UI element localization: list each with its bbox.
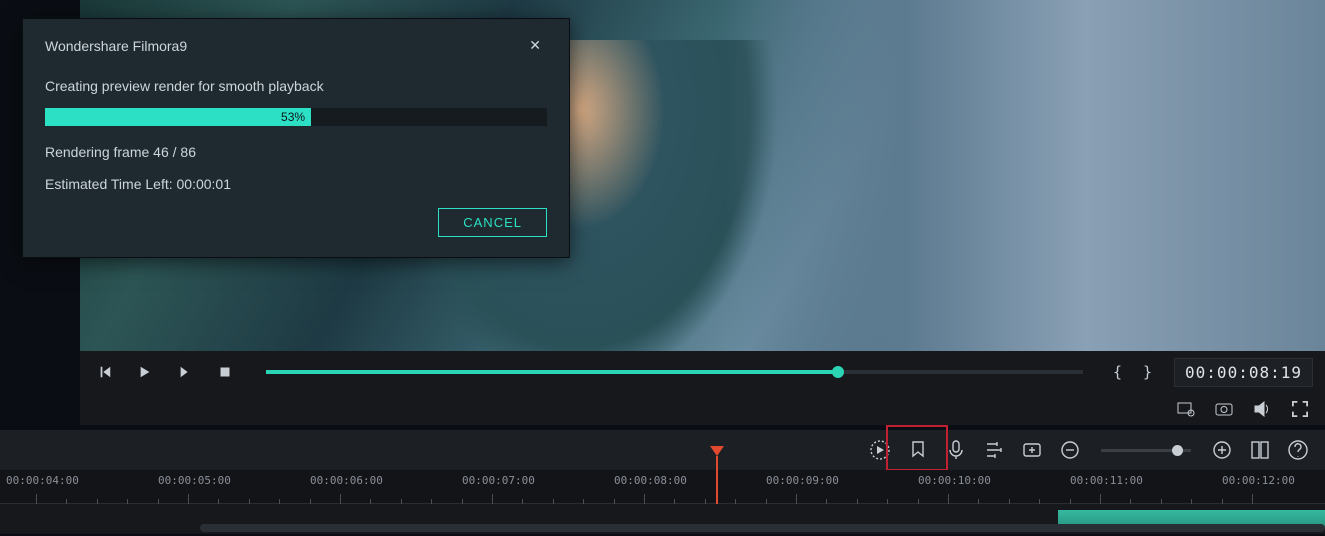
ruler-label: 00:00:11:00 [1070, 474, 1143, 487]
render-preview-button[interactable] [869, 439, 891, 461]
zoom-in-icon[interactable] [1211, 439, 1233, 461]
mark-in-out[interactable]: { } [1113, 363, 1158, 381]
quality-icon[interactable] [1177, 400, 1195, 418]
ruler-label: 00:00:09:00 [766, 474, 839, 487]
stop-button[interactable] [212, 359, 238, 385]
playhead[interactable] [716, 456, 718, 504]
player-bar: { } 00:00:08:19 [80, 351, 1325, 393]
volume-icon[interactable] [1253, 400, 1271, 418]
cancel-button[interactable]: CANCEL [438, 208, 547, 237]
timecode-display: 00:00:08:19 [1174, 358, 1313, 387]
progress-percent: 53% [281, 108, 305, 126]
fullscreen-icon[interactable] [1291, 400, 1309, 418]
eta-label: Estimated Time Left: 00:00:01 [45, 176, 547, 192]
ruler-label: 00:00:08:00 [614, 474, 687, 487]
snapshot-icon[interactable] [1215, 400, 1233, 418]
dialog-title: Wondershare Filmora9 [45, 38, 187, 54]
frame-counter: Rendering frame 46 / 86 [45, 144, 547, 160]
next-frame-button[interactable] [172, 359, 198, 385]
timeline-view-icon[interactable] [1249, 439, 1271, 461]
timeline-tracks[interactable] [0, 504, 1325, 534]
ruler-label: 00:00:07:00 [462, 474, 535, 487]
ruler-label: 00:00:10:00 [918, 474, 991, 487]
horizontal-scrollbar[interactable] [200, 524, 1325, 532]
play-button[interactable] [132, 359, 158, 385]
audio-mixer-icon[interactable] [983, 439, 1005, 461]
player-bar-secondary [80, 393, 1325, 425]
playback-slider[interactable] [266, 370, 1083, 374]
ruler-label: 00:00:06:00 [310, 474, 383, 487]
timeline-ruler[interactable]: 00:00:04:00 00:00:05:00 00:00:06:00 00:00:0… [0, 470, 1325, 504]
voiceover-mic-icon[interactable] [945, 439, 967, 461]
close-icon[interactable]: ✕ [523, 35, 547, 56]
prev-frame-button[interactable] [92, 359, 118, 385]
zoom-slider[interactable] [1101, 449, 1191, 452]
timeline-toolbar [0, 430, 1325, 470]
ruler-label: 00:00:12:00 [1222, 474, 1295, 487]
ruler-label: 00:00:05:00 [158, 474, 231, 487]
render-dialog: Wondershare Filmora9 ✕ Creating preview … [22, 18, 570, 258]
dialog-message: Creating preview render for smooth playb… [45, 78, 547, 94]
crop-zoom-icon[interactable] [1021, 439, 1043, 461]
ruler-label: 00:00:04:00 [6, 474, 79, 487]
zoom-out-icon[interactable] [1059, 439, 1081, 461]
help-icon[interactable] [1287, 439, 1309, 461]
marker-icon[interactable] [907, 439, 929, 461]
progress-bar: 53% [45, 108, 547, 126]
